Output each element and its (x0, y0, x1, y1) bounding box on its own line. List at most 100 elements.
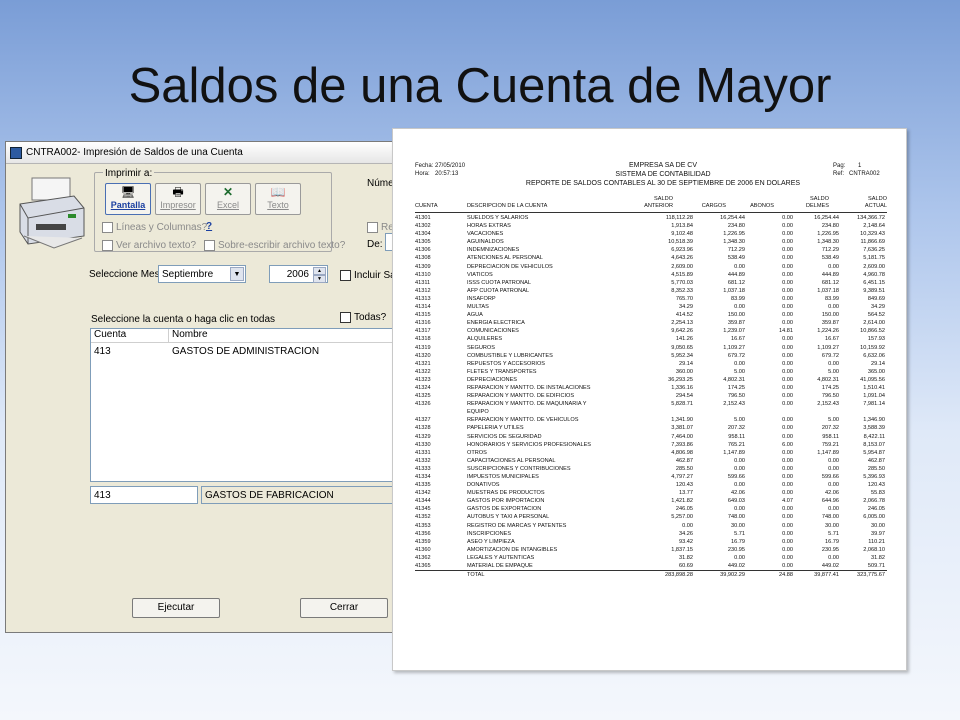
table-cell: 0.00 (782, 482, 793, 489)
table-row: 41301 SUELDOS Y SALARIOS 118,112.28 16,254.… (415, 214, 887, 222)
app-icon (10, 146, 22, 159)
table-cell: 0.00 (734, 465, 745, 472)
table-row: 41308 ATENCIONES AL PERSONAL 4,643.26 538.4… (415, 254, 887, 262)
table-cell: 0.00 (782, 546, 793, 553)
table-cell: 41304 (415, 231, 431, 238)
account-code-field[interactable]: 413 (90, 486, 198, 504)
monitor-icon: 🖥 (120, 185, 136, 199)
table-cell: 1,147.89 (723, 449, 745, 456)
table-row: 41353 REGISTRO DE MARCAS Y PATENTES 0.00 30… (415, 522, 887, 530)
table-cell: 30.00 (825, 522, 839, 529)
table-cell: 0.00 (828, 263, 839, 270)
table-cell: 234.80 (821, 223, 839, 230)
table-cell: HONORARIOS Y SERVICIOS PROFESIONALES (467, 441, 592, 448)
account-code-value: 413 (94, 489, 111, 501)
date-label: Fecha: (415, 163, 434, 169)
table-cell: 599.66 (821, 474, 839, 480)
table-cell: AGUINALDOS (467, 239, 504, 246)
overwrite-text-file-checkbox[interactable]: Sobre-escribir archivo texto? (204, 240, 345, 251)
table-cell: 0.00 (782, 287, 793, 294)
table-cell: SUELDOS Y SALARIOS (467, 215, 529, 221)
text-button-label: Texto (267, 200, 289, 210)
table-row: 41309 DEPRECIACION DE VEHICULOS 2,609.00 0.… (415, 263, 887, 271)
time-label: Hora: (415, 171, 430, 177)
re-checkbox[interactable]: Re (367, 222, 394, 233)
table-row: 41317 COMUNICACIONES 9,642.26 1,239.07 14.81… (415, 327, 887, 335)
chevron-up-icon[interactable]: ▲ (313, 267, 326, 275)
table-cell: 0.00 (782, 522, 793, 529)
table-cell: 1,226.95 (817, 231, 839, 238)
table-cell: 0.00 (782, 376, 793, 383)
table-cell: 30.00 (731, 522, 745, 529)
month-select[interactable]: Septiembre ▼ (158, 265, 246, 283)
table-cell: 4.07 (782, 498, 793, 505)
include-checkbox[interactable]: Incluir Sa (340, 270, 396, 281)
checkbox-box (340, 270, 351, 281)
table-cell: 283,898.28 (635, 570, 695, 580)
table-cell: 9,642.26 (671, 328, 693, 335)
table-cell: 41328 (415, 425, 431, 432)
table-cell: ISSS CUOTA PATRONAL (467, 279, 532, 286)
table-row: 41330 HONORARIOS Y SERVICIOS PROFESIONALE… (415, 441, 887, 449)
year-stepper[interactable]: 2006 ▲ ▼ (269, 265, 328, 283)
printer-button[interactable]: 🖶 Impresor (155, 183, 201, 215)
table-cell: 8,352.33 (671, 287, 693, 294)
table-cell: 6.00 (782, 441, 793, 448)
text-button[interactable]: 📖 Texto (255, 183, 301, 215)
table-row: 41302 HORAS EXTRAS 1,913.84 234.80 0.00 234.8… (415, 222, 887, 230)
column-header-nombre[interactable]: Nombre (169, 329, 400, 342)
list-item[interactable]: 413 GASTOS DE ADMINISTRACION (91, 346, 400, 360)
view-text-file-checkbox[interactable]: Ver archivo texto? (102, 240, 196, 251)
table-row: 41332 CAPACITACIONES AL PERSONAL 462.87 0.0… (415, 457, 887, 465)
table-cell: 5.71 (734, 530, 745, 537)
table-cell: 41327 (415, 417, 431, 424)
window-titlebar[interactable]: CNTRA002- Impresión de Saldos de una Cue… (6, 142, 399, 164)
table-cell: 5,828.71 (671, 401, 693, 408)
checkbox-box (102, 240, 113, 251)
execute-button[interactable]: Ejecutar (132, 598, 220, 618)
table-cell: 41321 (415, 360, 431, 367)
table-cell: 7,636.25 (863, 247, 885, 254)
chevron-down-icon[interactable]: ▼ (230, 267, 244, 281)
table-cell: 36,293.25 (668, 376, 693, 383)
table-cell: 2,254.13 (671, 320, 693, 327)
table-cell: INDEMNIZACIONES (467, 247, 520, 254)
excel-button[interactable]: ✕ Excel (205, 183, 251, 215)
table-cell: 796.50 (727, 393, 745, 400)
list-item-nombre: GASTOS DE ADMINISTRACION (172, 346, 320, 357)
chevron-down-icon[interactable]: ▼ (313, 275, 326, 283)
table-cell: 0.00 (782, 449, 793, 456)
col-saldo-anterior: SALDO ANTERIOR (644, 196, 673, 209)
table-cell: 5,952.34 (671, 352, 693, 359)
window-title: CNTRA002- Impresión de Saldos de una Cue… (26, 147, 243, 158)
ref-value: CNTRA002 (849, 171, 880, 177)
table-cell: 41329 (415, 433, 431, 440)
help-link[interactable]: ? (206, 221, 212, 232)
table-cell: 29.14 (871, 360, 885, 367)
table-cell: 681.12 (727, 279, 745, 286)
table-cell: 0.00 (782, 312, 793, 319)
lines-columns-checkbox[interactable]: Líneas y Columnas? (102, 222, 207, 233)
column-header-cuenta[interactable]: Cuenta (91, 329, 169, 342)
table-cell: 83.99 (825, 295, 839, 302)
table-cell: 11,866.69 (860, 239, 885, 246)
close-button[interactable]: Cerrar (300, 598, 388, 618)
table-cell: 41312 (415, 287, 431, 294)
table-cell: 41362 (415, 554, 431, 561)
table-cell: 0.00 (828, 457, 839, 464)
table-cell: HORAS EXTRAS (467, 223, 511, 230)
table-cell: REPARACION Y MANTTO. DE MAQUINARIA Y (467, 401, 587, 408)
table-cell: 0.00 (782, 554, 793, 561)
accounts-list[interactable]: Cuenta Nombre 413 GASTOS DE ADMINISTRACI… (90, 328, 401, 482)
table-cell: 5.00 (828, 417, 839, 424)
table-cell: INSAFORP (467, 295, 496, 302)
stepper-arrows[interactable]: ▲ ▼ (313, 267, 326, 283)
table-row: 41326 REPARACION Y MANTTO. DE MAQUINARIA … (415, 400, 887, 408)
screen-button[interactable]: 🖥 Pantalla (105, 183, 151, 215)
table-cell: 41345 (415, 506, 431, 513)
table-cell: 120.43 (675, 482, 693, 489)
table-cell: 0.00 (782, 295, 793, 302)
table-cell: 644.96 (821, 498, 839, 505)
month-select-value: Septiembre (162, 268, 214, 280)
all-accounts-checkbox[interactable]: Todas? (340, 312, 386, 323)
